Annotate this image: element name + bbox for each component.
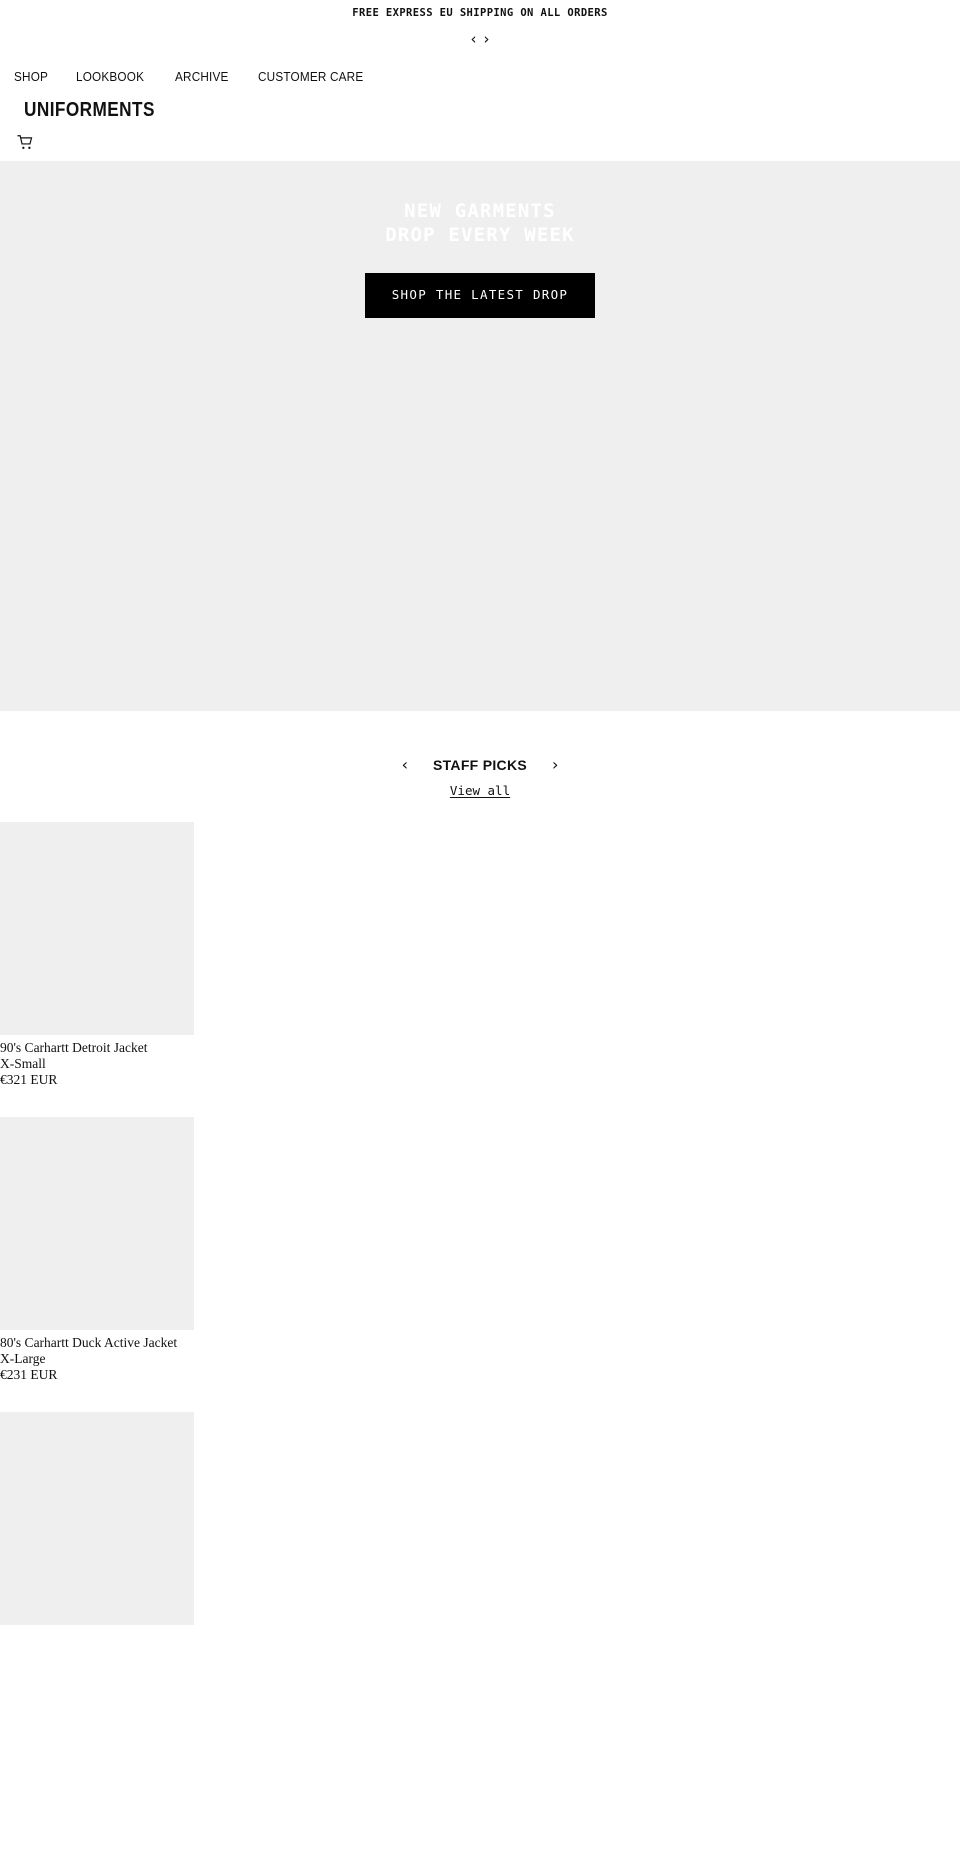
product-card: 80's Carhartt Duck Active Jacket X-Large… [0,1117,194,1383]
product-card [0,1412,194,1625]
nav-item-archive[interactable]: ARCHIVE [175,70,229,84]
product-info: 80's Carhartt Duck Active Jacket X-Large… [0,1330,194,1383]
product-price: €321 EUR [0,1072,58,1087]
nav-item-shop[interactable]: SHOP [14,70,48,84]
main-navigation: SHOP LOOKBOOK ARCHIVE CUSTOMER CARE [0,66,960,88]
announcement-bar: FREE EXPRESS EU SHIPPING ON ALL ORDERS ‹… [0,0,960,50]
product-size: X-Small [0,1056,46,1071]
product-card: 90's Carhartt Detroit Jacket X-Small €32… [0,822,194,1088]
chevron-left-icon[interactable]: ‹ [471,31,477,47]
site-logo[interactable]: UNIFORMENTS [24,99,155,122]
collection-header: ‹ STAFF PICKS › [0,753,960,777]
collection-title: STAFF PICKS [432,757,528,773]
product-title[interactable]: 90's Carhartt Detroit Jacket [0,1040,194,1056]
hero-banner: NEW GARMENTS DROP EVERY WEEK SHOP THE LA… [0,161,960,711]
carousel-prev-chevron-left-icon[interactable]: ‹ [402,757,408,773]
product-image[interactable] [0,1117,194,1330]
storefront-page: FREE EXPRESS EU SHIPPING ON ALL ORDERS ‹… [0,0,960,1654]
view-all-row: View all [0,782,960,800]
cart-row [0,131,960,153]
hero-heading: NEW GARMENTS DROP EVERY WEEK [0,199,960,247]
hero-content: NEW GARMENTS DROP EVERY WEEK SHOP THE LA… [0,199,960,318]
product-info: 90's Carhartt Detroit Jacket X-Small €32… [0,1035,194,1088]
hero-heading-line-2: DROP EVERY WEEK [385,224,575,246]
shopping-cart-icon[interactable] [17,134,34,151]
nav-item-lookbook[interactable]: LOOKBOOK [76,70,144,84]
chevron-right-icon[interactable]: › [484,31,490,47]
product-size: X-Large [0,1351,46,1366]
shop-latest-drop-button[interactable]: SHOP THE LATEST DROP [364,273,596,318]
product-image[interactable] [0,1412,194,1625]
product-title[interactable]: 80's Carhartt Duck Active Jacket [0,1335,194,1351]
product-price: €231 EUR [0,1367,58,1382]
announcement-carousel-controls: ‹ › [0,28,960,50]
view-all-link[interactable]: View all [450,783,510,798]
carousel-next-chevron-right-icon[interactable]: › [552,757,558,773]
logo-row: UNIFORMENTS [0,97,960,123]
hero-heading-line-1: NEW GARMENTS [404,200,556,222]
product-image[interactable] [0,822,194,1035]
announcement-text: FREE EXPRESS EU SHIPPING ON ALL ORDERS [352,7,608,19]
staff-picks-section: ‹ STAFF PICKS › View all 90's Carhartt D… [0,711,960,1625]
product-grid: 90's Carhartt Detroit Jacket X-Small €32… [0,822,960,1625]
site-header: SHOP LOOKBOOK ARCHIVE CUSTOMER CARE UNIF… [0,50,960,161]
nav-item-customer-care[interactable]: CUSTOMER CARE [258,70,363,84]
